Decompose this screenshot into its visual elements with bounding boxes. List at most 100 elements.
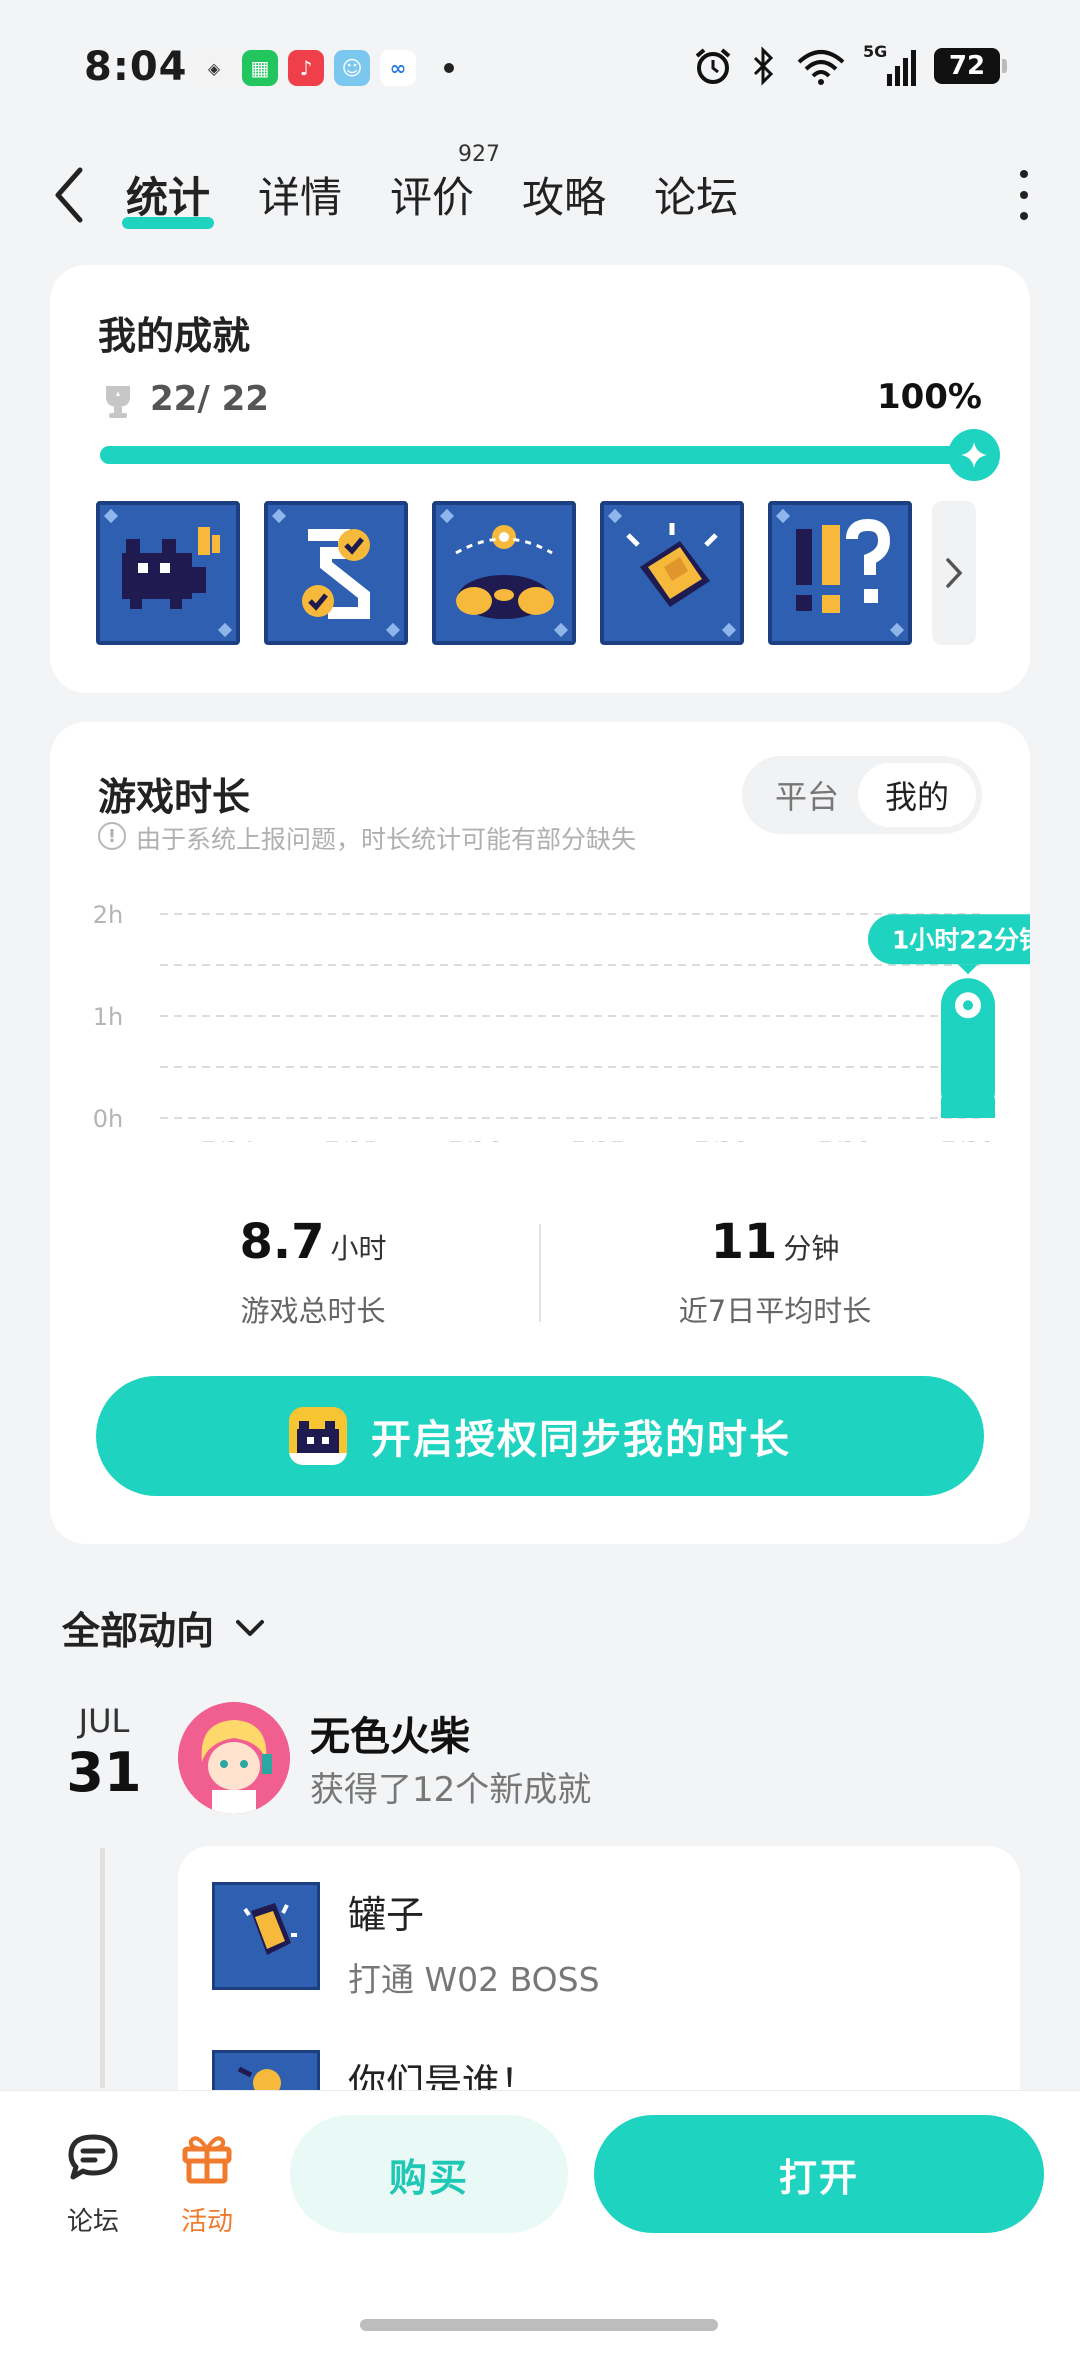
app-icon-2: ▦: [242, 50, 278, 86]
chart-x-tick-label: 7/28: [694, 1137, 748, 1142]
status-bar: 8:04 ◈ ▦ ♪ ☺ ∞ 5G 72: [0, 0, 1080, 140]
progress-sparkle-icon: [948, 429, 1000, 481]
achievements-count: 22/ 22: [150, 379, 269, 419]
toggle-mine[interactable]: 我的: [858, 763, 976, 827]
feed-item-text: 罐子 打通 W02 BOSS: [348, 1884, 600, 2001]
playtime-card: 游戏时长 ! 由于系统上报问题，时长统计可能有部分缺失 平台 我的 0h 1h 2h…: [50, 722, 1030, 1544]
chat-bubble-icon: [68, 2134, 118, 2180]
average-playtime-stat: 11 分钟 近7日平均时长: [550, 1214, 1000, 1330]
more-options-icon[interactable]: [1014, 170, 1034, 220]
chart-value-pill-pointer: [958, 964, 978, 975]
cellular-5g-icon: 5G: [863, 42, 916, 86]
sync-playtime-button[interactable]: 开启授权同步我的时长: [96, 1376, 984, 1496]
top-navigation: 统计 详情 评价 927 攻略 论坛: [0, 142, 1080, 240]
playtime-source-toggle: 平台 我的: [742, 756, 982, 834]
achievements-progress-bar: [100, 446, 970, 464]
total-playtime-value: 8.7: [239, 1214, 325, 1270]
list-item[interactable]: 罐子 打通 W02 BOSS: [212, 1882, 600, 2001]
bluetooth-icon: [753, 46, 774, 86]
feed-month: JUL: [78, 1702, 130, 1740]
chart-y-tick-label: 2h: [93, 901, 123, 929]
feed-filter-label: 全部动向: [62, 1609, 215, 1653]
feed-filter-dropdown[interactable]: 全部动向: [62, 1600, 268, 1655]
back-arrow-icon[interactable]: [46, 160, 96, 230]
achievement-badge-exclaim-icon[interactable]: [768, 501, 912, 645]
app-icon-4: ☺: [334, 50, 370, 86]
app-icon-1: ◈: [196, 50, 232, 86]
chart-y-tick-label: 1h: [93, 1003, 123, 1031]
network-type-label: 5G: [863, 42, 888, 61]
average-playtime-label: 近7日平均时长: [678, 1294, 872, 1328]
chart-x-tick-label: 7/26: [448, 1137, 502, 1142]
chart-x-tick-label: 7/25: [324, 1137, 378, 1142]
tab-details[interactable]: 详情: [258, 164, 342, 225]
tab-forum[interactable]: 论坛: [654, 164, 738, 225]
tab-details-label: 详情: [258, 173, 343, 222]
cloud-app-icon: ∞: [380, 50, 416, 86]
sync-playtime-label: 开启授权同步我的时长: [371, 1417, 791, 1463]
feed-action-text: 获得了12个新成就: [310, 1770, 592, 1810]
chart-x-tick-label: 7/27: [571, 1137, 625, 1142]
badges-next-chevron-icon[interactable]: [932, 501, 976, 645]
toggle-platform[interactable]: 平台: [748, 763, 866, 827]
achievement-badge-cat-icon[interactable]: [96, 501, 240, 645]
total-playtime-unit: 小时: [330, 1232, 387, 1265]
tab-stats[interactable]: 统计: [122, 164, 215, 229]
tab-reviews[interactable]: 评价 927: [390, 142, 500, 225]
event-nav-label: 活动: [180, 2207, 233, 2237]
bottom-action-bar: 论坛 活动 购买 打开: [0, 2090, 1080, 2354]
game-app-icon: [289, 1407, 347, 1465]
achievement-description: 打通 W02 BOSS: [348, 1960, 600, 1999]
tab-stats-label: 统计: [126, 173, 211, 222]
music-app-icon: ♪: [288, 50, 324, 86]
chart-x-tick-label: 7/29: [818, 1137, 872, 1142]
forum-nav-label: 论坛: [66, 2207, 119, 2237]
chart-y-tick-label: 0h: [93, 1105, 123, 1133]
total-playtime-stat: 8.7 小时 游戏总时长: [88, 1214, 538, 1330]
reviews-count-badge: 927: [458, 142, 501, 167]
total-playtime-label: 游戏总时长: [240, 1294, 386, 1328]
chart-x-tick-label: 7/24: [201, 1137, 255, 1142]
status-app-icons: ◈ ▦ ♪ ☺ ∞: [196, 50, 454, 86]
gift-icon: [182, 2136, 232, 2184]
user-avatar[interactable]: [178, 1702, 290, 1814]
event-nav-button[interactable]: 活动: [162, 2127, 252, 2238]
achievements-title: 我的成就: [98, 314, 251, 358]
wifi-icon: [797, 50, 845, 85]
feed-date: JUL 31: [64, 1702, 144, 1800]
average-playtime-value: 11: [710, 1214, 778, 1270]
info-icon: !: [98, 822, 126, 850]
playtime-stats: 8.7 小时 游戏总时长 11 分钟 近7日平均时长: [50, 1214, 1030, 1328]
feed-username[interactable]: 无色火柴: [310, 1704, 470, 1762]
playtime-chart: 0h 1h 2h 7/24 7/25 7/26 7/27 7/28 7/29 7/30 1小时22分…: [93, 901, 1030, 1142]
achievement-badge-chip-icon[interactable]: [600, 501, 744, 645]
playtime-note: 由于系统上报问题，时长统计可能有部分缺失: [136, 825, 637, 854]
chart-bar-marker-dot: [963, 1000, 973, 1011]
chevron-down-icon: [236, 1619, 265, 1636]
open-button[interactable]: 打开: [594, 2115, 1044, 2233]
tab-guides[interactable]: 攻略: [522, 164, 606, 225]
notification-dot-icon: [444, 63, 454, 73]
achievement-badge-check-icon[interactable]: [264, 501, 408, 645]
tab-reviews-label: 评价: [390, 173, 475, 222]
home-indicator[interactable]: [360, 2319, 718, 2331]
forum-nav-button[interactable]: 论坛: [48, 2127, 138, 2238]
tab-bar: 统计 详情 评价 927 攻略 论坛: [122, 142, 738, 229]
status-right-icons: 5G 72: [693, 42, 1007, 86]
average-playtime-unit: 分钟: [783, 1232, 840, 1265]
chart-bar-base: [941, 1098, 995, 1118]
playtime-title: 游戏时长: [98, 775, 251, 819]
chart-data-label: 1小时22分钟: [892, 925, 1030, 954]
battery-indicator: 72: [934, 48, 1007, 84]
achievement-name: 罐子: [348, 1893, 425, 1937]
stats-divider: [539, 1224, 541, 1322]
buy-button[interactable]: 购买: [290, 2115, 568, 2233]
achievements-percent: 100%: [876, 377, 982, 417]
alarm-icon: [695, 48, 731, 84]
feed-day: 31: [66, 1741, 142, 1804]
achievement-badge-target-icon[interactable]: [432, 501, 576, 645]
tab-forum-label: 论坛: [654, 173, 739, 222]
tab-guides-label: 攻略: [522, 173, 607, 222]
trophy-icon: [106, 386, 130, 418]
achievements-card[interactable]: 我的成就 22/ 22 100%: [50, 265, 1030, 693]
